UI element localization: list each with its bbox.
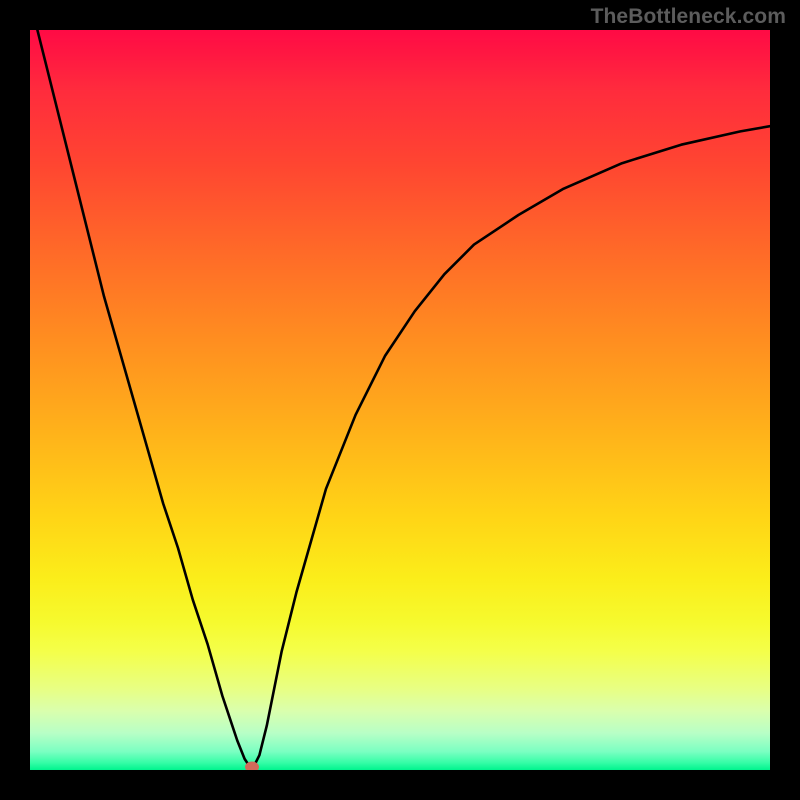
chart-frame: TheBottleneck.com [0,0,800,800]
curve-svg [30,30,770,770]
bottleneck-curve [30,30,770,770]
plot-area [30,30,770,770]
watermark-text: TheBottleneck.com [591,5,786,29]
